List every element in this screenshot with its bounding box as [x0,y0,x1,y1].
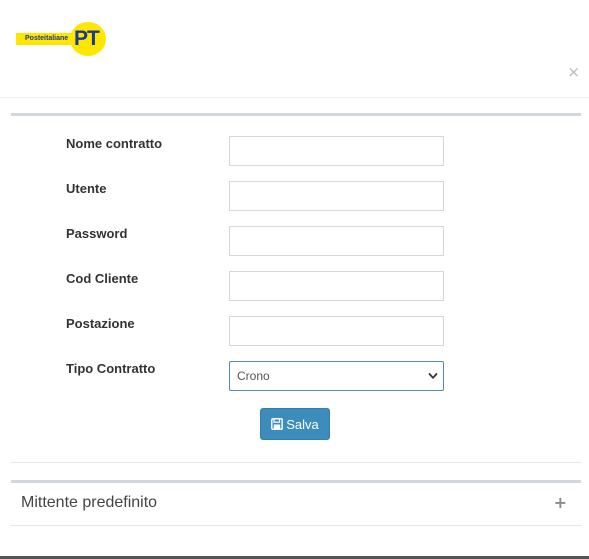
floppy-disk-icon [271,418,284,430]
utente-label: Utente [66,181,107,196]
password-label: Password [66,226,128,241]
sender-panel[interactable]: Mittente predefinito + [11,480,581,526]
plus-icon[interactable]: + [554,493,567,512]
form-row-nome-contratto: Nome contratto [11,136,581,166]
cod-cliente-label: Cod Cliente [66,271,139,286]
postazione-input[interactable] [229,316,444,346]
nome-contratto-input[interactable] [229,136,444,166]
form-row-cod-cliente: Cod Cliente [11,271,581,301]
save-button-label: Salva [286,416,319,432]
save-button[interactable]: Salva [260,408,330,440]
chevron-down-icon [428,373,438,379]
tipo-contratto-select[interactable]: Crono [229,361,444,391]
tipo-contratto-label: Tipo Contratto [66,361,156,376]
sender-panel-title: Mittente predefinito [21,494,158,511]
logo-text: Posteitaliane [25,35,69,42]
postazione-label: Postazione [66,316,135,331]
cod-cliente-input[interactable] [229,271,444,301]
poste-italiane-logo: Posteitaliane PT [16,22,111,56]
modal-header: Posteitaliane PT × [0,0,589,98]
logo-mark: PT [74,27,100,50]
nome-contratto-label: Nome contratto [66,136,163,151]
form-row-utente: Utente [11,181,581,211]
form-row-postazione: Postazione [11,316,581,346]
tipo-contratto-selected: Crono [237,369,270,383]
form-row-password: Password [11,226,581,256]
utente-input[interactable] [229,181,444,211]
close-button[interactable]: × [567,63,580,81]
password-input[interactable] [229,226,444,256]
contract-form-panel: Nome contratto Utente Password Cod Clien… [11,113,581,463]
form-row-tipo-contratto: Tipo Contratto Crono [11,361,581,391]
